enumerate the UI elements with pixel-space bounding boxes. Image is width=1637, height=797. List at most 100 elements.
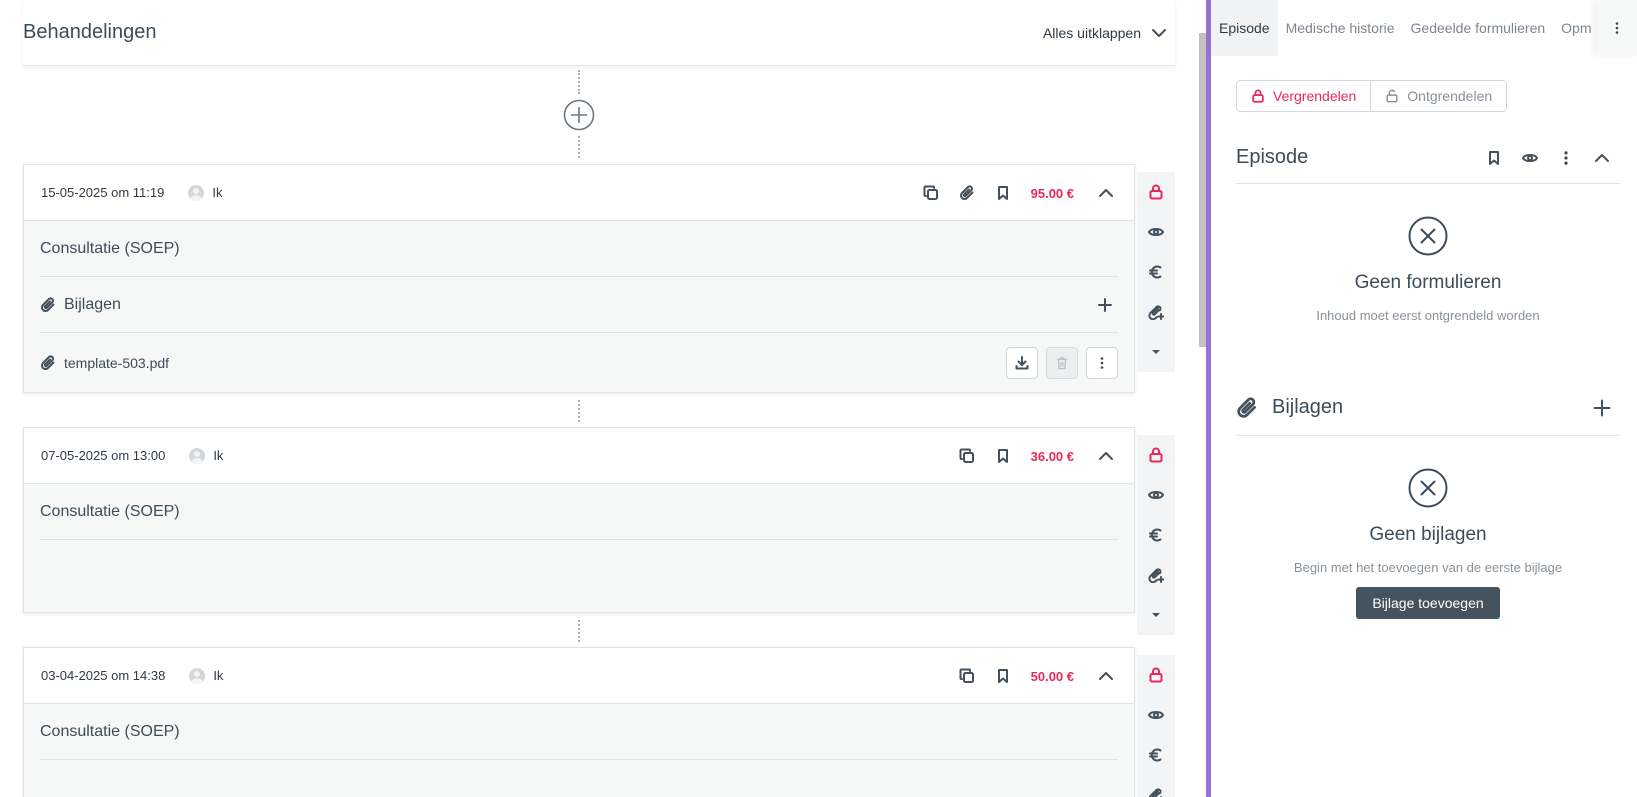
avatar bbox=[188, 184, 205, 201]
view-button[interactable] bbox=[1137, 475, 1175, 515]
lock-icon bbox=[1149, 447, 1163, 463]
timeline-connector bbox=[578, 70, 580, 94]
view-button[interactable] bbox=[1137, 212, 1175, 252]
view-button[interactable] bbox=[1137, 695, 1175, 735]
billing-button[interactable] bbox=[1137, 515, 1175, 555]
copy-icon bbox=[959, 668, 974, 683]
bookmark-icon bbox=[997, 669, 1008, 683]
no-attachments-empty-state: Geen bijlagen Begin met het toevoegen va… bbox=[1236, 468, 1620, 619]
download-button[interactable] bbox=[1006, 347, 1038, 379]
copy-icon bbox=[923, 185, 938, 200]
treatment-date: 15-05-2025 om 11:19 bbox=[41, 185, 165, 200]
lock-toggle-group: Vergrendelen Ontgrendelen bbox=[1236, 80, 1508, 112]
copy-icon bbox=[959, 448, 974, 463]
bookmark-icon bbox=[997, 186, 1008, 200]
collapse-button[interactable] bbox=[1088, 438, 1124, 474]
lock-icon bbox=[1252, 89, 1264, 103]
paperclip-icon bbox=[40, 296, 55, 312]
bookmark-button[interactable] bbox=[985, 438, 1021, 474]
tab-shared-forms[interactable]: Gedeelde formulieren bbox=[1403, 0, 1554, 56]
lock-episode-button[interactable]: Vergrendelen bbox=[1236, 80, 1372, 112]
eye-icon bbox=[1148, 491, 1164, 499]
lock-button[interactable] bbox=[1137, 435, 1175, 475]
more-vertical-icon bbox=[1100, 357, 1104, 369]
treatment-card-header[interactable]: 03-04-2025 om 14:38 Ik 50.00 € bbox=[24, 648, 1134, 704]
treatment-card-header[interactable]: 15-05-2025 om 11:19 Ik 95.00 € bbox=[24, 165, 1134, 221]
copy-button[interactable] bbox=[949, 658, 985, 694]
add-attachment-button[interactable]: Bijlage toevoegen bbox=[1356, 587, 1500, 619]
attachment-file-name: template-503.pdf bbox=[64, 355, 170, 371]
attachments-section-header: Bijlagen bbox=[1236, 380, 1620, 436]
form-title: Consultatie (SOEP) bbox=[40, 239, 180, 257]
add-attachment-button[interactable] bbox=[1137, 292, 1175, 332]
chevron-down-icon bbox=[1152, 28, 1166, 37]
billing-button[interactable] bbox=[1137, 735, 1175, 775]
eye-icon bbox=[1148, 228, 1164, 236]
bookmark-button[interactable] bbox=[985, 658, 1021, 694]
treatments-area: Behandelingen Alles uitklappen 15-05-202… bbox=[0, 0, 1207, 797]
unlock-episode-button[interactable]: Ontgrendelen bbox=[1371, 80, 1508, 112]
treatment-card-header[interactable]: 07-05-2025 om 13:00 Ik 36.00 € bbox=[24, 428, 1134, 484]
eye-icon bbox=[1148, 711, 1164, 719]
lock-button[interactable] bbox=[1137, 655, 1175, 695]
treatment-card: 07-05-2025 om 13:00 Ik 36.00 € Consultat… bbox=[23, 427, 1135, 613]
collapse-button[interactable] bbox=[1088, 175, 1124, 211]
more-vertical-icon bbox=[1615, 22, 1619, 34]
add-attachment-button[interactable] bbox=[1137, 555, 1175, 595]
lock-button[interactable] bbox=[1137, 172, 1175, 212]
delete-button[interactable] bbox=[1046, 347, 1078, 379]
panel-tabs: Episode Medische historie Gedeelde formu… bbox=[1211, 0, 1637, 56]
more-dropdown-button[interactable] bbox=[1137, 332, 1175, 372]
treatment-author: Ik bbox=[213, 668, 224, 683]
treatment-side-rail bbox=[1137, 172, 1175, 372]
collapse-button[interactable] bbox=[1088, 658, 1124, 694]
unlock-icon bbox=[1386, 89, 1398, 103]
treatment-date: 07-05-2025 om 13:00 bbox=[41, 448, 166, 463]
attachments-label: Bijlagen bbox=[64, 295, 121, 313]
chevron-up-icon bbox=[1099, 189, 1113, 197]
expand-all-button[interactable]: Alles uitklappen bbox=[1043, 25, 1167, 41]
add-treatment-icon[interactable] bbox=[563, 99, 595, 131]
episode-view-button[interactable] bbox=[1512, 140, 1548, 176]
form-title: Consultatie (SOEP) bbox=[40, 722, 180, 740]
close-circle-icon bbox=[1408, 216, 1448, 256]
no-forms-subtitle: Inhoud moet eerst ontgrendeld worden bbox=[1316, 308, 1540, 323]
add-attachment-plus-button[interactable] bbox=[1584, 390, 1620, 426]
avatar bbox=[189, 667, 206, 684]
treatments-header: Behandelingen Alles uitklappen bbox=[23, 0, 1175, 66]
close-circle-icon bbox=[1408, 468, 1448, 508]
tab-medical-history[interactable]: Medische historie bbox=[1278, 0, 1403, 56]
plus-icon[interactable] bbox=[1098, 297, 1112, 312]
treatment-side-rail bbox=[1137, 435, 1175, 635]
unlock-label: Ontgrendelen bbox=[1407, 88, 1493, 104]
bookmark-button[interactable] bbox=[985, 175, 1021, 211]
paperclip-plus-icon bbox=[1148, 568, 1164, 583]
tabs-more-button[interactable] bbox=[1597, 0, 1637, 56]
tab-remarks[interactable]: Opmerkingen bbox=[1553, 0, 1591, 56]
attachment-file-row[interactable]: template-503.pdf bbox=[40, 333, 1118, 393]
form-row[interactable]: Consultatie (SOEP) bbox=[40, 221, 1118, 277]
treatment-date: 03-04-2025 om 14:38 bbox=[41, 668, 166, 683]
tab-episode[interactable]: Episode bbox=[1211, 0, 1278, 56]
form-row[interactable]: Consultatie (SOEP) bbox=[40, 704, 1118, 760]
episode-more-button[interactable] bbox=[1548, 140, 1584, 176]
lock-icon bbox=[1149, 184, 1163, 200]
add-attachment-button[interactable] bbox=[1137, 775, 1175, 797]
episode-collapse-button[interactable] bbox=[1584, 140, 1620, 176]
paperclip-plus-icon bbox=[1148, 788, 1162, 797]
no-attachments-title: Geen bijlagen bbox=[1369, 524, 1487, 545]
billing-button[interactable] bbox=[1137, 252, 1175, 292]
form-title: Consultatie (SOEP) bbox=[40, 502, 180, 520]
more-dropdown-button[interactable] bbox=[1137, 595, 1175, 635]
file-more-button[interactable] bbox=[1086, 347, 1118, 379]
treatment-author: Ik bbox=[213, 448, 224, 463]
copy-button[interactable] bbox=[913, 175, 949, 211]
episode-bookmark-button[interactable] bbox=[1476, 140, 1512, 176]
episode-section-header: Episode bbox=[1236, 132, 1620, 184]
form-row[interactable]: Consultatie (SOEP) bbox=[40, 484, 1118, 540]
copy-button[interactable] bbox=[949, 438, 985, 474]
bookmark-icon bbox=[1489, 150, 1499, 165]
no-forms-title: Geen formulieren bbox=[1354, 272, 1502, 293]
attach-button[interactable] bbox=[949, 175, 985, 211]
treatment-price: 36.00 € bbox=[1030, 448, 1074, 464]
